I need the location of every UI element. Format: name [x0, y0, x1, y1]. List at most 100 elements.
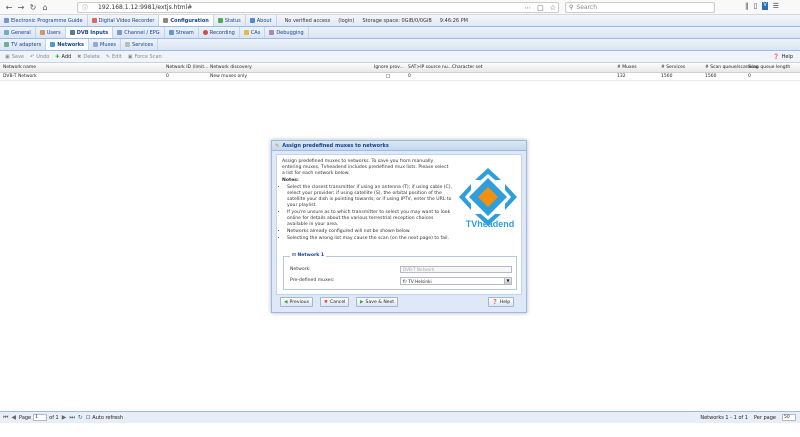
col-network-discovery[interactable]: Network discovery [210, 65, 252, 70]
clock: 9:46:26 PM [439, 17, 468, 24]
help-icon: ❓ [773, 53, 780, 60]
info-icon[interactable]: ⓘ [82, 3, 88, 12]
note-item: If you're unsure as to which transmitter… [287, 210, 452, 228]
refresh-icon[interactable]: ↻ [78, 414, 83, 421]
col-network-name[interactable]: Network name [3, 65, 36, 70]
dialog-titlebar[interactable]: ✎ Assign predefined muxes to networks [272, 141, 526, 151]
display-info: Networks 1 - 1 of 1 [700, 414, 748, 421]
col-muxes[interactable]: # Muxes [617, 65, 637, 70]
browser-search-input[interactable]: ⚲ Search [565, 2, 715, 13]
tab-status[interactable]: Status [214, 15, 246, 26]
tab-epg[interactable]: Electronic Programme Guide [0, 15, 88, 26]
tab-configuration[interactable]: Configuration [159, 15, 214, 26]
tab-general[interactable]: General [0, 27, 36, 38]
channel-icon [117, 30, 123, 35]
save-button[interactable]: ▣ Save [2, 54, 27, 60]
menu-icon[interactable]: ☰ [773, 2, 779, 10]
help-icon: ❓ [492, 299, 498, 305]
main-tab-bar: Electronic Programme Guide Digital Video… [0, 15, 800, 27]
last-page-icon[interactable]: ⏭ [69, 414, 74, 422]
page-input[interactable]: 1 [33, 414, 48, 421]
dialog-title: Assign predefined muxes to networks [282, 142, 389, 149]
cell-services: 1560 [661, 74, 673, 79]
network-label: Network: [290, 267, 311, 272]
force-scan-button[interactable]: ▣ Force Scan [125, 54, 165, 60]
tab-cas[interactable]: CAs [240, 27, 266, 38]
tab-dvr[interactable]: Digital Video Recorder [88, 15, 160, 26]
cancel-button[interactable]: ✖ Cancel [320, 297, 350, 307]
wrench-icon [163, 18, 169, 23]
tab-users[interactable]: Users [36, 27, 66, 38]
tab-recording[interactable]: Recording [199, 27, 240, 38]
cell-network-name: DVB-T Network [3, 74, 37, 79]
back-icon[interactable]: ← [3, 1, 15, 13]
tab-channel-epg[interactable]: Channel / EPG [113, 27, 165, 38]
tab-stream[interactable]: Stream [165, 27, 199, 38]
grid-toolbar: ▣ Save ↶ Undo ✚ Add ✖ Delete ✎ Edit ▣ Force Sc… [0, 51, 800, 63]
page-label: Page [19, 414, 32, 421]
storage-status: Storage space: 0GiB/0/0GiB [362, 17, 432, 24]
chevron-down-icon[interactable]: ▼ [504, 278, 511, 284]
fieldset-legend[interactable]: ⊟ Network 1 [290, 253, 327, 258]
login-link[interactable]: (login) [338, 18, 354, 24]
col-network-id[interactable]: Network ID (limit... [166, 65, 208, 70]
tab-muxes[interactable]: Muxes [89, 39, 122, 50]
pocket-icon[interactable]: □ [537, 4, 544, 12]
dvr-icon [91, 18, 97, 23]
url-bar[interactable]: ⓘ 192.168.1.12:9981/extjs.html# ⋯ □ ☆ [77, 2, 559, 13]
dialog-description: Assign predefined muxes to networks. To … [282, 159, 452, 242]
tab-debugging[interactable]: Debugging [265, 27, 309, 38]
predefined-muxes-select[interactable]: fi: TV Helsinki ▼ [400, 277, 512, 285]
tab-dvb-inputs[interactable]: DVB Inputs [65, 27, 114, 38]
cell-scan-queue: 1560 [705, 74, 717, 79]
col-ignore-provider[interactable]: Ignore prov... [374, 65, 404, 70]
dialog-body: Assign predefined muxes to networks. To … [276, 154, 522, 295]
undo-button[interactable]: ↶ Undo [27, 54, 52, 60]
services-icon [125, 42, 131, 47]
next-page-icon[interactable]: ▶ [62, 414, 67, 421]
note-item: Selecting the wrong list may cause the s… [287, 236, 452, 242]
search-placeholder: Search [576, 4, 598, 11]
arrow-right-icon: ▶ [360, 299, 364, 305]
add-button[interactable]: ✚ Add [52, 54, 74, 60]
status-line: No verified access (login) Storage space… [285, 18, 468, 24]
prev-page-icon[interactable]: ◀ [11, 414, 16, 421]
adapter-icon [4, 42, 9, 47]
edit-button[interactable]: ✎ Edit [103, 54, 125, 60]
col-scan-queue-length[interactable]: Scan queue length [748, 65, 790, 70]
dvb-icon [69, 30, 75, 35]
reload-icon[interactable]: ↻ [27, 1, 39, 13]
tab-networks[interactable]: Networks [46, 39, 90, 50]
checkbox-icon[interactable]: ☐ [386, 74, 390, 80]
dialog-intro: Assign predefined muxes to networks. To … [282, 159, 449, 176]
wizard-dialog: ✎ Assign predefined muxes to networks As… [271, 140, 527, 313]
bookmark-icon[interactable]: ☆ [550, 4, 556, 12]
home-icon[interactable]: ⌂ [39, 1, 51, 13]
delete-button[interactable]: ✖ Delete [74, 54, 103, 60]
tab-about[interactable]: About [246, 15, 277, 26]
library-icon[interactable]: ‖ [745, 2, 749, 10]
auto-refresh-checkbox[interactable]: ☐ [86, 415, 90, 421]
col-satip-source[interactable]: SAT>IP source nu... [408, 65, 452, 70]
logo-text: TVheadend [465, 219, 515, 229]
forward-icon[interactable]: → [15, 1, 27, 13]
undo-icon: ↶ [30, 53, 35, 60]
tab-services[interactable]: Services [121, 39, 159, 50]
col-services[interactable]: # Services [661, 65, 685, 70]
sidebar-icon[interactable]: ▯ [754, 2, 758, 10]
per-page-select[interactable]: 50 [782, 414, 796, 421]
network-field: DVB-T Network [400, 266, 512, 273]
first-page-icon[interactable]: ⏮ [3, 414, 8, 422]
extension-icon[interactable]: V [762, 2, 768, 10]
grid-help-button[interactable]: ❓ Help [770, 54, 796, 60]
save-next-button[interactable]: ▶ Save & Next [356, 297, 399, 307]
per-page-label: Per page [753, 414, 776, 421]
more-icon[interactable]: ⋯ [524, 4, 531, 12]
dialog-help-button[interactable]: ❓ Help [488, 297, 515, 307]
col-character-set[interactable]: Character set [452, 65, 483, 70]
tab-tv-adapters[interactable]: TV adapters [0, 39, 47, 50]
notes-label: Notes: [282, 178, 299, 183]
table-row[interactable]: DVB-T Network 0 New muxes only ☐ 0 132 1… [0, 73, 800, 81]
verified-status: No verified access [284, 17, 331, 24]
previous-button[interactable]: ◀ Previous [280, 297, 313, 307]
